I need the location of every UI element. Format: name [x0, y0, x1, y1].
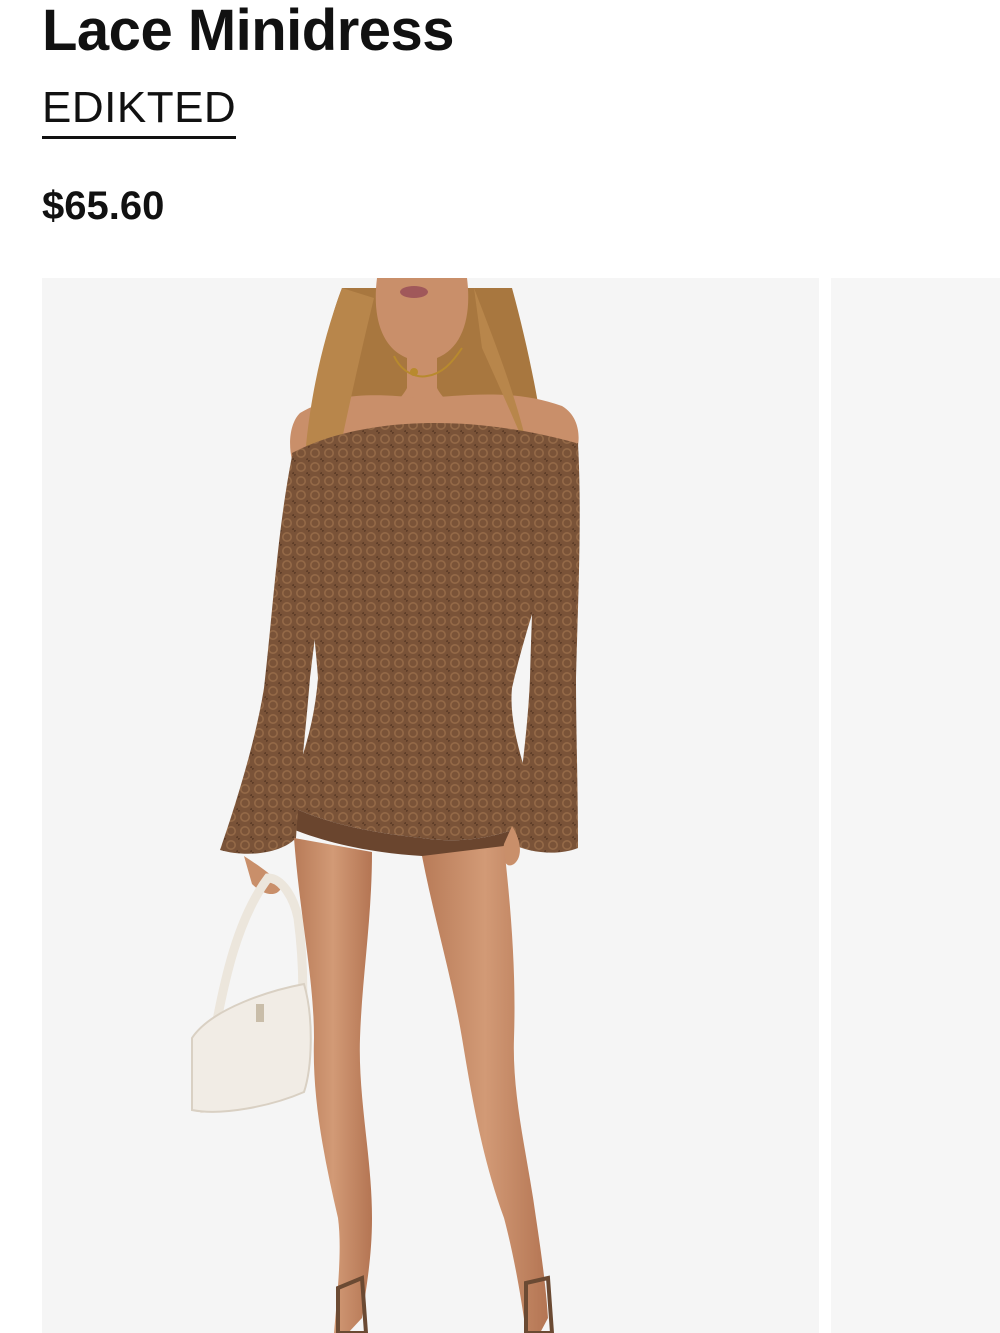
product-title: Lace Minidress [42, 0, 455, 63]
product-image-gallery[interactable] [0, 278, 1000, 1333]
product-image-main[interactable] [42, 278, 819, 1333]
brand-link[interactable]: EDIKTED [42, 84, 237, 139]
product-price: $65.60 [42, 184, 165, 228]
product-image-next[interactable] [831, 278, 1000, 1333]
model-photo-illustration [191, 278, 580, 1333]
